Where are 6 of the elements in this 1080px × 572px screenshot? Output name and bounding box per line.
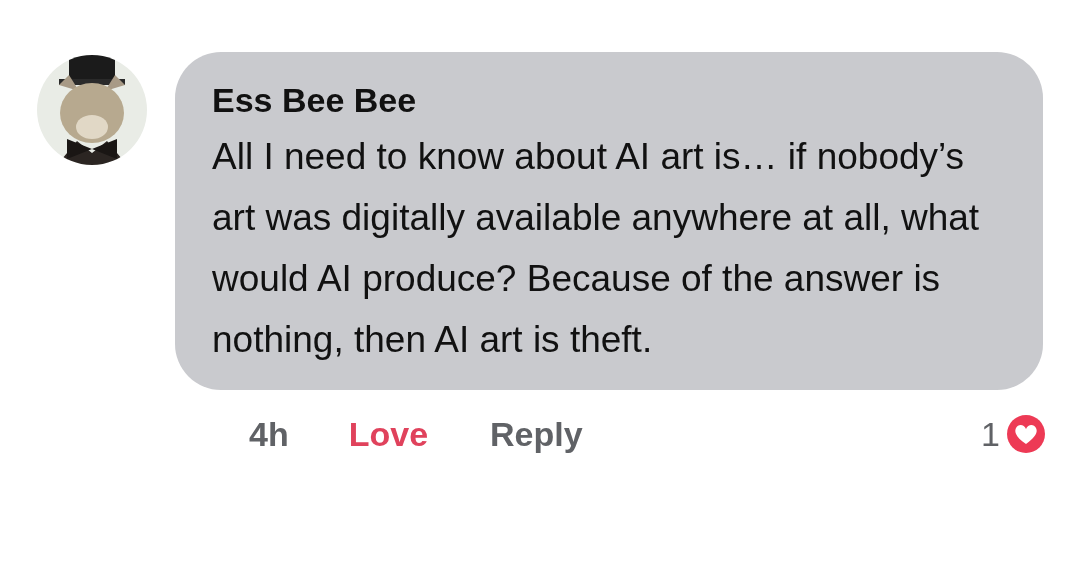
comment-text: All I need to know about AI art is… if nobody’s art was digitally available anywhere at all, what would AI produce? Because of the answer is nothing, then AI art is theft. <box>212 135 981 362</box>
love-link[interactable]: Love <box>348 414 429 454</box>
reaction-count: 1 <box>981 414 1000 454</box>
timestamp: 4h <box>249 414 289 454</box>
author-name[interactable]: Ess Bee Bee <box>212 78 1013 122</box>
reply-link[interactable]: Reply <box>490 414 583 454</box>
